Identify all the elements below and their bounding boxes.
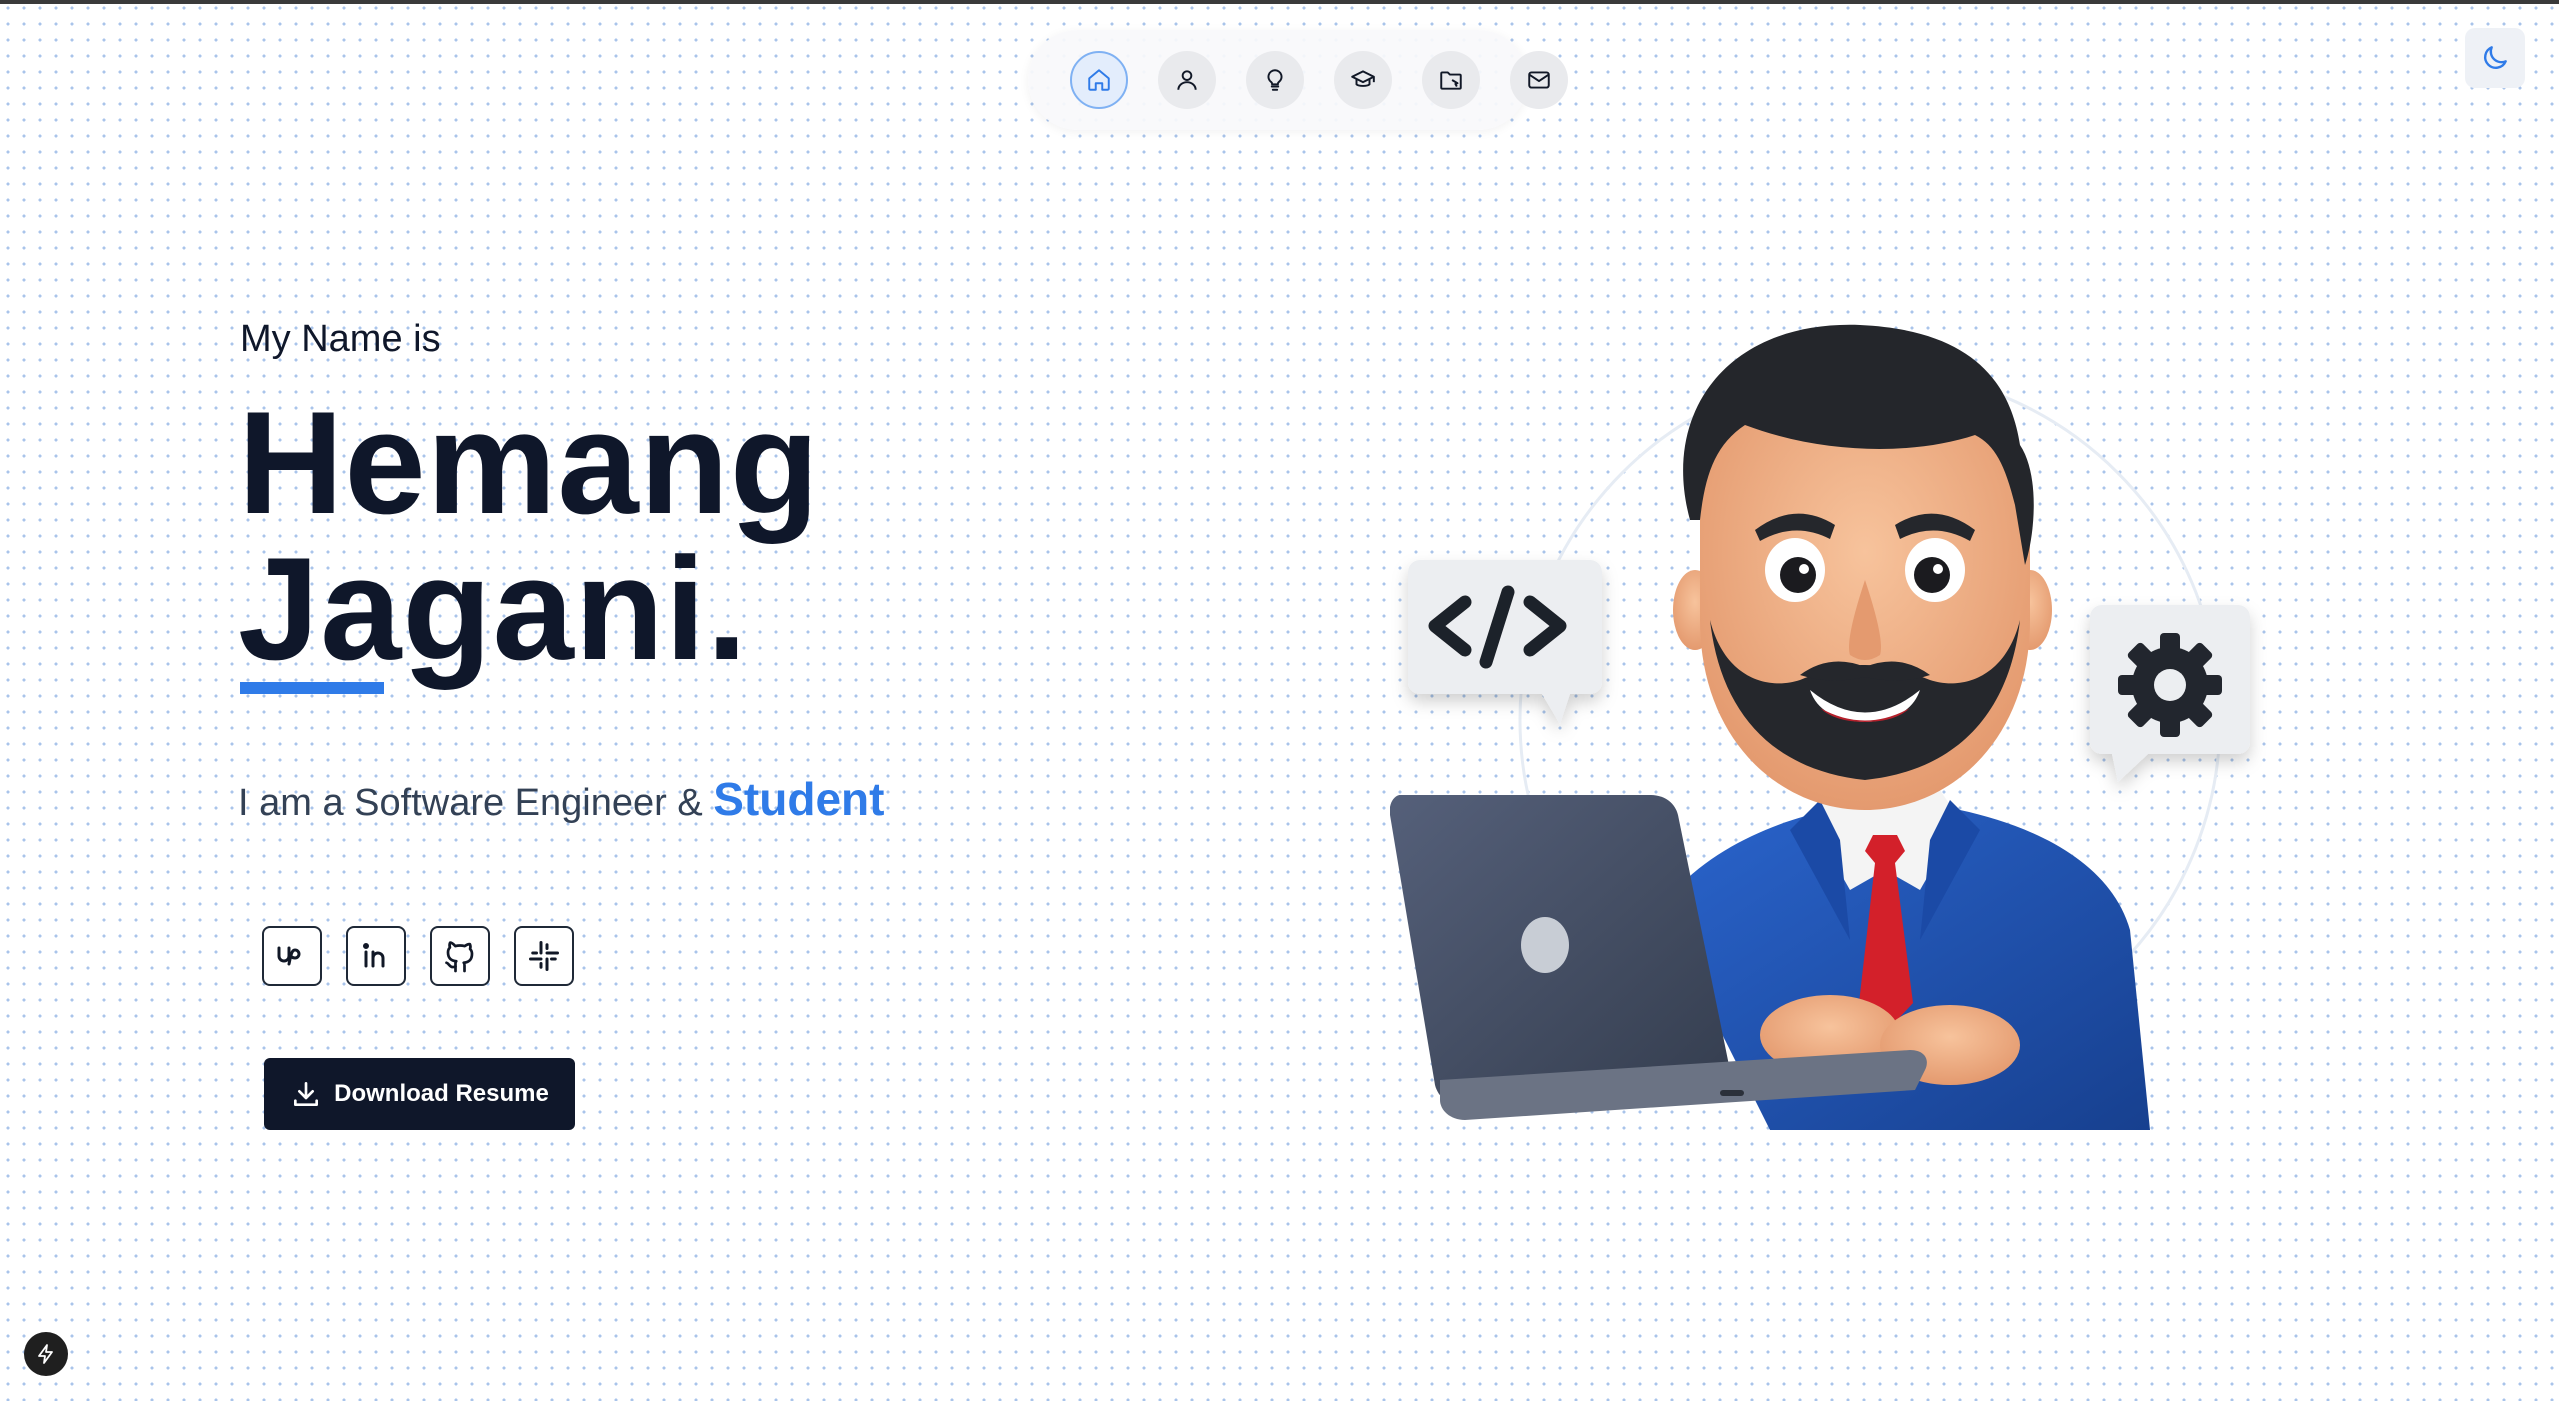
moon-icon xyxy=(2484,46,2507,69)
linkedin-link[interactable] xyxy=(346,926,406,986)
download-icon xyxy=(294,1082,319,1106)
upwork-link[interactable] xyxy=(262,926,322,986)
gear-bubble-icon xyxy=(2090,605,2250,782)
slack-link[interactable] xyxy=(514,926,574,986)
greeting-text: My Name is xyxy=(240,318,441,360)
slack-icon xyxy=(529,941,559,971)
tagline-highlight: Student xyxy=(713,773,885,825)
nav-education-button[interactable] xyxy=(1334,51,1392,109)
linkedin-icon xyxy=(363,943,385,968)
first-name: Hemang xyxy=(238,381,821,544)
user-icon xyxy=(1177,70,1197,90)
github-icon xyxy=(445,941,474,973)
window-top-border xyxy=(0,0,2559,4)
home-icon xyxy=(1088,69,1110,91)
lightning-icon xyxy=(38,1344,53,1364)
mail-icon xyxy=(1528,71,1550,89)
nav-contact-button[interactable] xyxy=(1510,51,1568,109)
tagline-prefix: I am a Software Engineer & xyxy=(238,782,714,824)
upwork-icon xyxy=(277,946,301,966)
nav-skills-button[interactable] xyxy=(1246,51,1304,109)
nav-home-button[interactable] xyxy=(1070,51,1128,109)
nav-about-button[interactable] xyxy=(1158,51,1216,109)
name-underline xyxy=(240,682,384,694)
tagline: I am a Software Engineer & Student xyxy=(238,772,884,826)
hero-name: Hemang Jagani. xyxy=(238,390,820,682)
download-resume-button[interactable]: Download Resume xyxy=(264,1058,575,1130)
folder-icon xyxy=(1440,71,1462,90)
github-link[interactable] xyxy=(430,926,490,986)
download-resume-label: Download Resume xyxy=(334,1080,549,1107)
code-bubble-icon xyxy=(1408,560,1602,724)
last-name: Jagani. xyxy=(238,527,749,690)
main-navigation xyxy=(1028,30,1568,130)
dev-indicator-button[interactable] xyxy=(24,1332,68,1376)
theme-toggle-button[interactable] xyxy=(2465,28,2525,88)
graduation-cap-icon xyxy=(1351,70,1375,87)
lightbulb-icon xyxy=(1267,69,1283,91)
developer-avatar-illustration xyxy=(1390,324,2250,1130)
nav-projects-button[interactable] xyxy=(1422,51,1480,109)
